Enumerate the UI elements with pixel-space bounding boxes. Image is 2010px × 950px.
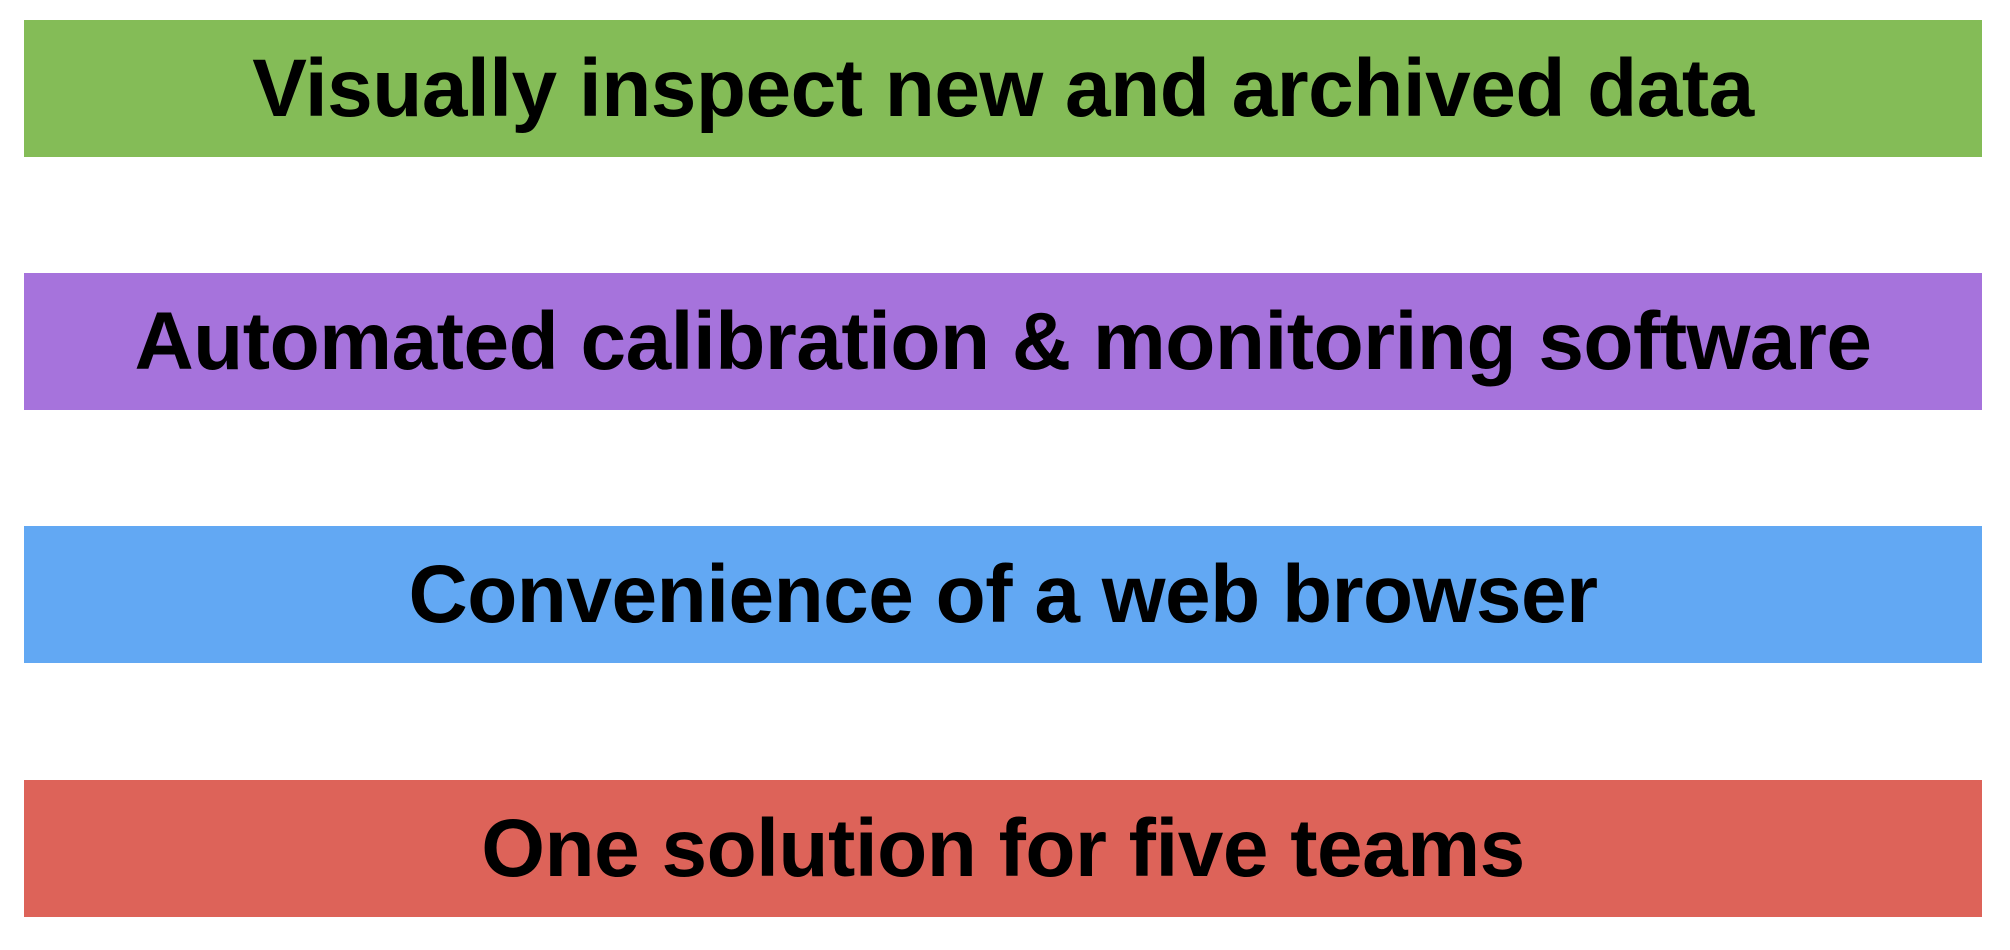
banner-text: Automated calibration & monitoring softw… [134,295,1872,387]
banner-web-browser: Convenience of a web browser [24,526,1982,663]
banner-text: Visually inspect new and archived data [252,42,1754,134]
feature-banner-list: Visually inspect new and archived data A… [24,20,1982,917]
banner-text: Convenience of a web browser [408,548,1598,640]
banner-one-solution: One solution for five teams [24,780,1982,917]
banner-text: One solution for five teams [481,802,1525,894]
banner-visual-inspection: Visually inspect new and archived data [24,20,1982,157]
banner-automated-calibration: Automated calibration & monitoring softw… [24,273,1982,410]
